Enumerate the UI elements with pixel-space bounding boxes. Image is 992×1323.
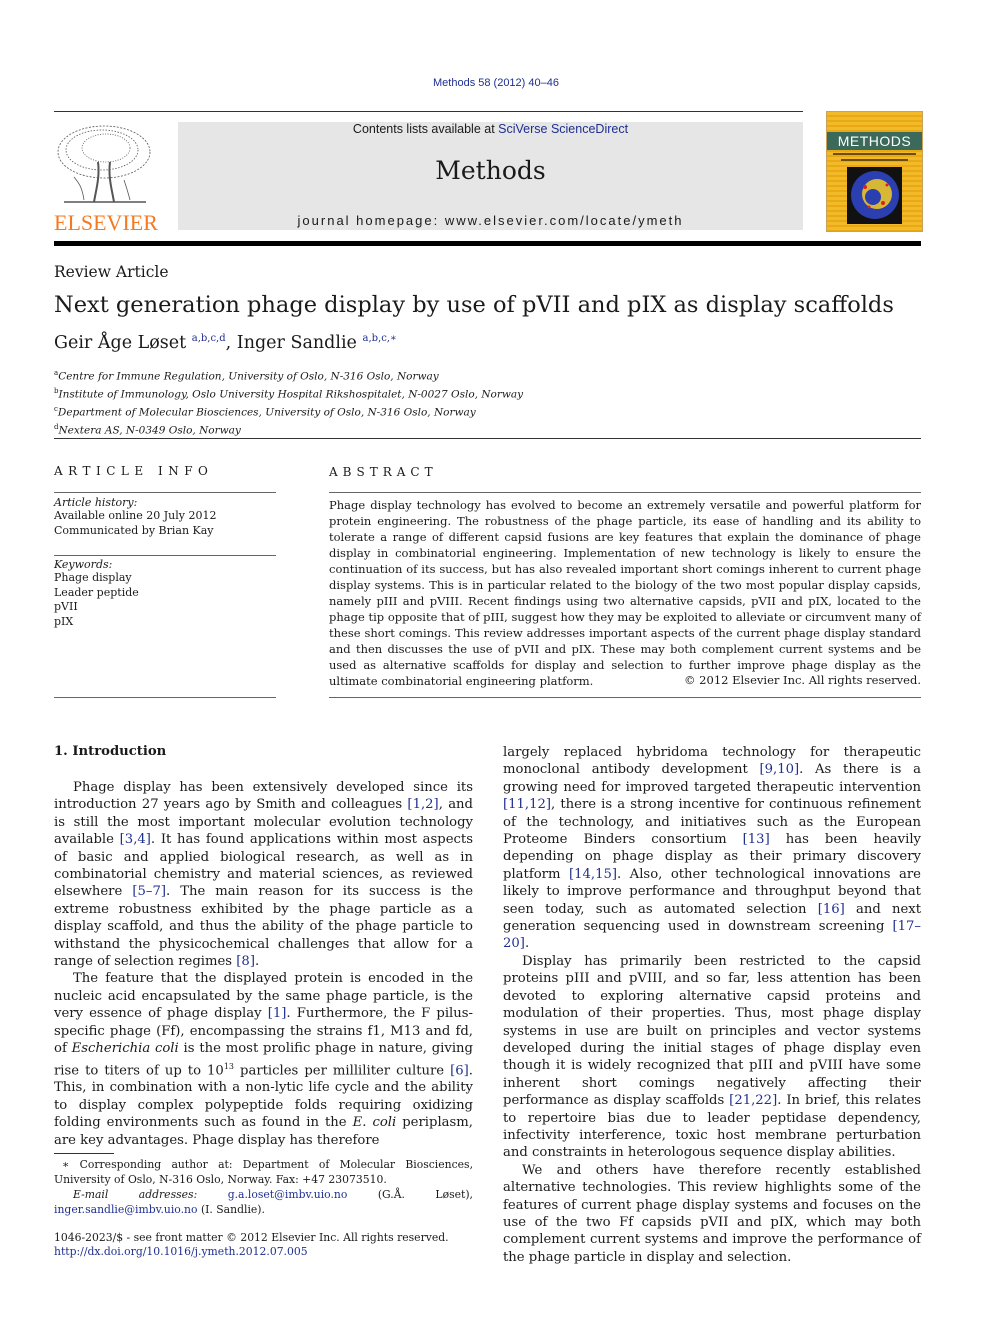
abstract-copyright: © 2012 Elsevier Inc. All rights reserved… <box>684 673 921 687</box>
article-history: Article history: Available online 20 Jul… <box>54 496 276 538</box>
issn-line: 1046-2023/$ - see front matter © 2012 El… <box>54 1231 449 1244</box>
history-item: Communicated by Brian Kay <box>54 523 214 537</box>
author-name[interactable]: Geir Åge Løset <box>54 333 186 353</box>
cover-title: METHODS <box>837 133 912 149</box>
section-heading-introduction: 1. Introduction <box>54 744 167 759</box>
intro-paragraph-3: Display has primarily been restricted to… <box>503 953 921 1161</box>
article-info-heading: ARTICLE INFO <box>54 464 214 478</box>
journal-banner: Contents lists available at SciVerse Sci… <box>178 122 803 230</box>
reference-link[interactable]: [9,10] <box>759 762 799 777</box>
journal-cover-image: METHODS <box>826 111 923 232</box>
section-rule <box>54 438 921 439</box>
journal-citation[interactable]: Methods 58 (2012) 40–46 <box>0 77 992 89</box>
reference-link[interactable]: [17–20] <box>503 919 921 951</box>
corresponding-author-note: ∗ Corresponding author at: Department of… <box>54 1158 473 1216</box>
history-item: Available online 20 July 2012 <box>54 509 217 522</box>
article-type: Review Article <box>54 263 169 281</box>
reference-link[interactable]: [1,2] <box>407 797 438 812</box>
affiliation-item: bInstitute of Immunology, Oslo Universit… <box>54 387 524 401</box>
intro-paragraph-1: Phage display has been extensively devel… <box>54 780 474 970</box>
reference-link[interactable]: [1] <box>268 1006 287 1021</box>
email-link[interactable]: inger.sandlie@imbv.uio.no <box>54 1203 198 1216</box>
abstract-body: Phage display technology has evolved to … <box>329 498 921 688</box>
affiliation-item: dNextera AS, N-0349 Oslo, Norway <box>54 423 241 437</box>
journal-title: Methods <box>435 156 546 185</box>
journal-homepage: journal homepage: www.elsevier.com/locat… <box>297 213 684 228</box>
cover-artwork <box>847 167 902 224</box>
reference-link[interactable]: [16] <box>818 902 845 917</box>
email-addresses: E-mail addresses: g.a.loset@imbv.uio.no … <box>54 1188 473 1216</box>
intro-column-right: largely replaced hybridoma technology fo… <box>503 744 921 1266</box>
author-list: Geir Åge Løset a,b,c,d, Inger Sandlie a,… <box>54 333 397 353</box>
header-rule <box>54 111 803 112</box>
reference-link[interactable]: [5–7] <box>132 884 166 899</box>
abstract-heading: ABSTRACT <box>329 465 438 479</box>
author-name[interactable]: Inger Sandlie <box>237 333 357 353</box>
keyword-item: pVII <box>54 600 78 613</box>
author-affiliation-refs[interactable]: a,b,c,d <box>192 333 226 344</box>
intro-paragraph-2b: largely replaced hybridoma technology fo… <box>503 745 921 952</box>
keywords-list: Keywords: Phage display Leader peptide p… <box>54 558 276 629</box>
elsevier-wordmark: ELSEVIER <box>54 210 158 235</box>
reference-link[interactable]: [6] <box>450 1063 469 1078</box>
header-thick-rule <box>54 241 921 246</box>
keyword-item: pIX <box>54 614 74 628</box>
intro-column-left: Phage display has been extensively devel… <box>54 779 473 1149</box>
reference-link[interactable]: [14,15] <box>569 867 617 882</box>
affiliation-item: cDepartment of Molecular Biosciences, Un… <box>54 405 476 419</box>
sciencedirect-link[interactable]: SciVerse ScienceDirect <box>498 122 628 136</box>
keyword-item: Leader peptide <box>54 585 139 599</box>
intro-paragraph-2a: The feature that the displayed protein i… <box>54 971 473 1148</box>
reference-link[interactable]: [11,12] <box>503 797 551 812</box>
author-affiliation-refs[interactable]: a,b,c,∗ <box>362 333 396 344</box>
email-link[interactable]: g.a.loset@imbv.uio.no <box>228 1188 348 1201</box>
reference-link[interactable]: [21,22] <box>729 1093 777 1108</box>
affiliation-list: aCentre for Immune Regulation, Universit… <box>54 366 523 438</box>
contents-line: Contents lists available at SciVerse Sci… <box>352 122 629 136</box>
intro-paragraph-4: We and others have therefore recently es… <box>503 1162 921 1265</box>
reference-link[interactable]: [13] <box>743 832 770 847</box>
keyword-item: Phage display <box>54 571 132 584</box>
affiliation-item: aCentre for Immune Regulation, Universit… <box>54 369 439 383</box>
doi-link[interactable]: http://dx.doi.org/10.1016/j.ymeth.2012.0… <box>54 1244 308 1259</box>
reference-link[interactable]: [8] <box>236 954 255 969</box>
article-title: Next generation phage display by use of … <box>54 292 894 318</box>
footnote-rule <box>54 1153 114 1154</box>
homepage-url[interactable]: www.elsevier.com/locate/ymeth <box>445 213 684 228</box>
reference-link[interactable]: [3,4] <box>120 832 151 847</box>
elsevier-tree-logo <box>54 122 154 208</box>
